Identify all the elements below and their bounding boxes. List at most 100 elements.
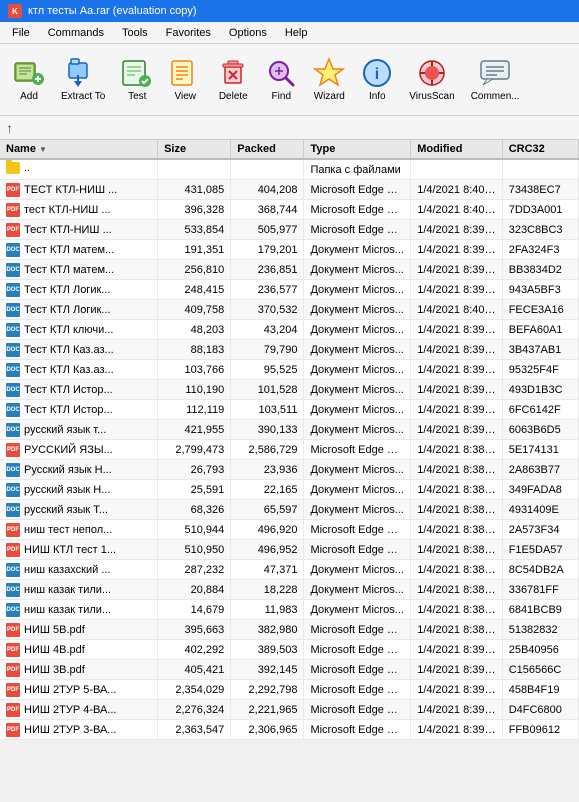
table-row[interactable]: DOC Тест КТЛ Истор...112,119103,511Докум… bbox=[0, 400, 579, 420]
file-size: 533,854 bbox=[158, 220, 231, 240]
table-row[interactable]: PDF НИШ КТЛ тест 1...510,950496,952Micro… bbox=[0, 540, 579, 560]
file-packed: 79,790 bbox=[231, 340, 304, 360]
table-row[interactable]: DOC русский язык Н...25,59122,165Докумен… bbox=[0, 480, 579, 500]
delete-icon bbox=[217, 57, 249, 89]
file-type: Microsoft Edge PD... bbox=[304, 740, 411, 741]
table-row[interactable]: PDF РУССКИЙ ЯЗЫ...2,799,4732,586,729Micr… bbox=[0, 440, 579, 460]
table-row[interactable]: DOC ниш казак тили...20,88418,228Докумен… bbox=[0, 580, 579, 600]
menu-file[interactable]: File bbox=[4, 25, 38, 41]
file-type: Microsoft Edge PD... bbox=[304, 700, 411, 720]
menu-commands[interactable]: Commands bbox=[40, 25, 112, 41]
add-button[interactable]: Add bbox=[6, 50, 52, 110]
table-row[interactable]: PDF тест КТЛ-НИШ ...396,328368,744Micros… bbox=[0, 200, 579, 220]
file-packed: 505,977 bbox=[231, 220, 304, 240]
view-icon bbox=[169, 57, 201, 89]
comment-button[interactable]: Commen... bbox=[464, 50, 527, 110]
file-crc32 bbox=[502, 159, 578, 180]
file-type: Microsoft Edge PD... bbox=[304, 220, 411, 240]
table-row[interactable]: PDF НИШ 2ТУР 5-ВА...2,354,0292,292,798Mi… bbox=[0, 680, 579, 700]
file-size: 405,421 bbox=[158, 660, 231, 680]
find-button[interactable]: Find bbox=[258, 50, 304, 110]
file-name-cell: PDF РУССКИЙ ЯЗЫ... bbox=[0, 440, 158, 460]
col-header-packed[interactable]: Packed bbox=[231, 140, 304, 159]
extract-label: Extract To bbox=[61, 91, 105, 102]
virusscan-button[interactable]: VirusScan bbox=[402, 50, 461, 110]
table-row[interactable]: PDF НИШ 5В.pdf395,663382,980Microsoft Ed… bbox=[0, 620, 579, 640]
info-button[interactable]: i Info bbox=[354, 50, 400, 110]
file-size: 256,810 bbox=[158, 260, 231, 280]
file-type: Документ Micros... bbox=[304, 500, 411, 520]
table-row[interactable]: PDF НИШ 3В.pdf405,421392,145Microsoft Ed… bbox=[0, 660, 579, 680]
wizard-button[interactable]: Wizard bbox=[306, 50, 352, 110]
menu-favorites[interactable]: Favorites bbox=[158, 25, 219, 41]
file-name-cell: DOC Тест КТЛ Каз.аз... bbox=[0, 340, 158, 360]
extract-button[interactable]: Extract To bbox=[54, 50, 112, 110]
file-crc32: 336781FF bbox=[502, 580, 578, 600]
table-row[interactable]: PDF НИШ 4В.pdf402,292389,503Microsoft Ed… bbox=[0, 640, 579, 660]
add-icon bbox=[13, 57, 45, 89]
table-row[interactable]: DOC Тест КТЛ матем...256,810236,851Докум… bbox=[0, 260, 579, 280]
table-row[interactable]: PDF ТЕСТ КТЛ-НИШ ...431,085404,208Micros… bbox=[0, 180, 579, 200]
col-header-size[interactable]: Size bbox=[158, 140, 231, 159]
file-modified: 1/4/2021 8:39 ... bbox=[411, 720, 503, 740]
table-row[interactable]: DOC русский язык т...421,955390,133Докум… bbox=[0, 420, 579, 440]
table-row[interactable]: DOC Тест КТЛ Каз.аз...88,18379,790Докуме… bbox=[0, 340, 579, 360]
pdf-icon: PDF bbox=[6, 663, 20, 677]
file-list-container[interactable]: Name ▼ Size Packed Type Modified CRC32 .… bbox=[0, 140, 579, 740]
col-header-crc32[interactable]: CRC32 bbox=[502, 140, 578, 159]
table-row[interactable]: DOC Тест КТЛ Истор...110,190101,528Докум… bbox=[0, 380, 579, 400]
file-modified: 1/4/2021 8:38 ... bbox=[411, 540, 503, 560]
file-packed: 2,221,965 bbox=[231, 700, 304, 720]
table-row[interactable]: DOC Тест КТЛ Каз.аз...103,76695,525Докум… bbox=[0, 360, 579, 380]
file-name: НИШ КТЛ тест 1... bbox=[24, 544, 116, 556]
table-row[interactable]: DOC Русский язык Н...26,79323,936Докумен… bbox=[0, 460, 579, 480]
col-header-type[interactable]: Type bbox=[304, 140, 411, 159]
doc-icon: DOC bbox=[6, 363, 20, 377]
file-packed: 382,980 bbox=[231, 620, 304, 640]
table-row[interactable]: PDF НИШ 2ТУР 2-ВА...2,402,7802,341,448Mi… bbox=[0, 740, 579, 741]
file-modified: 1/4/2021 8:39 ... bbox=[411, 660, 503, 680]
file-packed: 179,201 bbox=[231, 240, 304, 260]
file-packed: 47,371 bbox=[231, 560, 304, 580]
menu-help[interactable]: Help bbox=[277, 25, 316, 41]
file-name: Тест КТЛ ключи... bbox=[24, 324, 113, 336]
file-packed: 236,577 bbox=[231, 280, 304, 300]
file-crc32: 3B437AB1 bbox=[502, 340, 578, 360]
file-name-cell: .. bbox=[0, 159, 158, 180]
file-name: РУССКИЙ ЯЗЫ... bbox=[24, 444, 113, 456]
table-row[interactable]: DOC Тест КТЛ Логик...409,758370,532Докум… bbox=[0, 300, 579, 320]
test-button[interactable]: Test bbox=[114, 50, 160, 110]
doc-icon: DOC bbox=[6, 463, 20, 477]
file-size: 510,950 bbox=[158, 540, 231, 560]
table-row[interactable]: PDF ниш тест непол...510,944496,920Micro… bbox=[0, 520, 579, 540]
file-size: 2,363,547 bbox=[158, 720, 231, 740]
table-row[interactable]: PDF НИШ 2ТУР 3-ВА...2,363,5472,306,965Mi… bbox=[0, 720, 579, 740]
file-type: Документ Micros... bbox=[304, 300, 411, 320]
table-row[interactable]: DOC Тест КТЛ матем...191,351179,201Докум… bbox=[0, 240, 579, 260]
delete-button[interactable]: Delete bbox=[210, 50, 256, 110]
table-row[interactable]: DOC Тест КТЛ Логик...248,415236,577Докум… bbox=[0, 280, 579, 300]
file-name: Тест КТЛ Истор... bbox=[24, 384, 113, 396]
pdf-icon: PDF bbox=[6, 223, 20, 237]
table-row[interactable]: PDF Тест КТЛ-НИШ ...533,854505,977Micros… bbox=[0, 220, 579, 240]
table-row[interactable]: DOC ниш казахский ...287,23247,371Докуме… bbox=[0, 560, 579, 580]
view-button[interactable]: View bbox=[162, 50, 208, 110]
table-row[interactable]: DOC Тест КТЛ ключи...48,20343,204Докумен… bbox=[0, 320, 579, 340]
file-packed: 2,306,965 bbox=[231, 720, 304, 740]
menu-options[interactable]: Options bbox=[221, 25, 275, 41]
file-name-cell: DOC Тест КТЛ ключи... bbox=[0, 320, 158, 340]
file-name: НИШ 2ТУР 3-ВА... bbox=[24, 724, 116, 736]
file-name-cell: DOC Тест КТЛ Каз.аз... bbox=[0, 360, 158, 380]
extract-icon bbox=[67, 57, 99, 89]
table-row[interactable]: PDF НИШ 2ТУР 4-ВА...2,276,3242,221,965Mi… bbox=[0, 700, 579, 720]
up-arrow[interactable]: ↑ bbox=[6, 120, 13, 136]
file-type: Документ Micros... bbox=[304, 260, 411, 280]
menu-tools[interactable]: Tools bbox=[114, 25, 156, 41]
table-row[interactable]: DOC русский язык Т...68,32665,597Докумен… bbox=[0, 500, 579, 520]
table-row[interactable]: ..Папка с файлами bbox=[0, 159, 579, 180]
col-header-name[interactable]: Name ▼ bbox=[0, 140, 158, 159]
file-size: 2,799,473 bbox=[158, 440, 231, 460]
file-type: Документ Micros... bbox=[304, 400, 411, 420]
col-header-modified[interactable]: Modified bbox=[411, 140, 503, 159]
table-row[interactable]: DOC ниш казак тили...14,67911,983Докумен… bbox=[0, 600, 579, 620]
